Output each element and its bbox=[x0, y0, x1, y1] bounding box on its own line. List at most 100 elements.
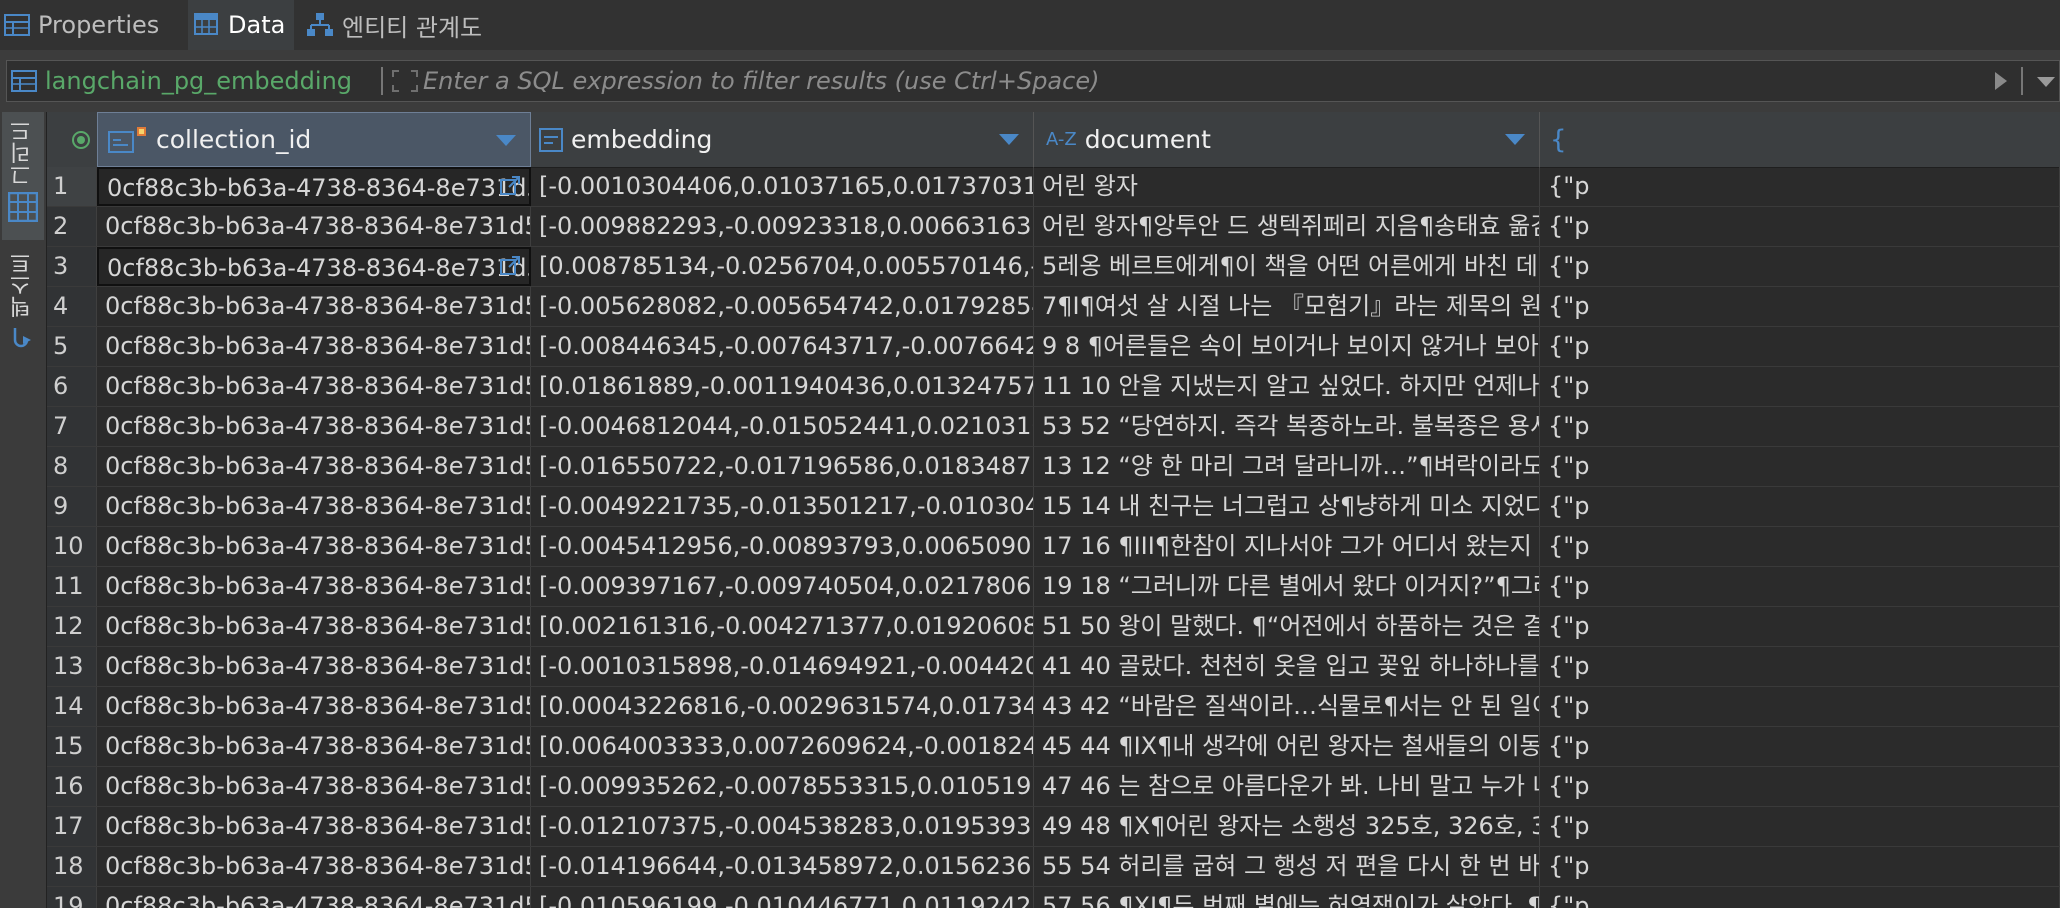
table-row[interactable]: 10cf88c3b-b63a-4738-8364-8e731d5dd2c0[-0… bbox=[47, 167, 2060, 207]
row-number[interactable]: 10 bbox=[47, 527, 97, 566]
open-reference-icon[interactable] bbox=[499, 175, 521, 203]
cell-document[interactable]: 어린 왕자 bbox=[1034, 167, 1540, 206]
cell-collection_id[interactable]: 0cf88c3b-b63a-4738-8364-8e731d5dd2c0 bbox=[97, 847, 531, 886]
cell-document[interactable]: 51 50 왕이 말했다. ¶“어전에서 하품하는 것은 결례이니라. 하품 bbox=[1034, 607, 1540, 646]
cell-collection_id[interactable]: 0cf88c3b-b63a-4738-8364-8e731d5dd2c0 bbox=[97, 487, 531, 526]
cell-cmetadata[interactable]: {"p bbox=[1540, 847, 2060, 886]
table-row[interactable]: 110cf88c3b-b63a-4738-8364-8e731d5dd2c0[-… bbox=[47, 567, 2060, 607]
cell-cmetadata[interactable]: {"p bbox=[1540, 407, 2060, 446]
cell-cmetadata[interactable]: {"p bbox=[1540, 447, 2060, 486]
table-row[interactable]: 80cf88c3b-b63a-4738-8364-8e731d5dd2c0[-0… bbox=[47, 447, 2060, 487]
row-number[interactable]: 15 bbox=[47, 727, 97, 766]
row-number[interactable]: 16 bbox=[47, 767, 97, 806]
cell-cmetadata[interactable]: {"p bbox=[1540, 607, 2060, 646]
cell-collection_id[interactable]: 0cf88c3b-b63a-4738-8364-8e731d5dd2c0 bbox=[97, 207, 531, 246]
cell-embedding[interactable]: [-0.012107375,-0.004538283,0.019539371,-… bbox=[531, 807, 1034, 846]
row-number-header[interactable] bbox=[47, 112, 97, 167]
row-number[interactable]: 6 bbox=[47, 367, 97, 406]
select-all-icon[interactable] bbox=[71, 130, 91, 150]
cell-cmetadata[interactable]: {"p bbox=[1540, 647, 2060, 686]
cell-embedding[interactable]: [-0.016550722,-0.017196586,0.018348763,0… bbox=[531, 447, 1034, 486]
cell-embedding[interactable]: [-0.009935262,-0.0078553315,0.010519376,… bbox=[531, 767, 1034, 806]
cell-embedding[interactable]: [0.0064003333,0.0072609624,-0.0018243153… bbox=[531, 727, 1034, 766]
cell-document[interactable]: 17 16 ¶III¶한참이 지나서야 그가 어디서 왔는지 알게 되었다. 어 bbox=[1034, 527, 1540, 566]
cell-document[interactable]: 어린 왕자¶앙투안 드 생텍쥐페리 지음¶송태효 옮김¶나는 어린왕 bbox=[1034, 207, 1540, 246]
cell-document[interactable]: 11 10 안을 지냈는지 알고 싶었다. 하지만 언제나 돌아온 답은 ‘0 bbox=[1034, 367, 1540, 406]
cell-embedding[interactable]: [-0.009882293,-0.00923318,0.0066316375,-… bbox=[531, 207, 1034, 246]
table-row[interactable]: 160cf88c3b-b63a-4738-8364-8e731d5dd2c0[-… bbox=[47, 767, 2060, 807]
tab-properties[interactable]: Properties bbox=[4, 0, 184, 50]
table-row[interactable]: 60cf88c3b-b63a-4738-8364-8e731d5dd2c0[0.… bbox=[47, 367, 2060, 407]
row-number[interactable]: 12 bbox=[47, 607, 97, 646]
cell-embedding[interactable]: [-0.0010304406,0.01037165,0.017370319,0.… bbox=[531, 167, 1034, 206]
cell-cmetadata[interactable]: {"p bbox=[1540, 247, 2060, 286]
row-number[interactable]: 7 bbox=[47, 407, 97, 446]
cell-cmetadata[interactable]: {"p bbox=[1540, 287, 2060, 326]
cell-document[interactable]: 49 48 ¶X¶어린 왕자는 소행성 325호, 326호, 327호, 32… bbox=[1034, 807, 1540, 846]
cell-document[interactable]: 15 14 내 친구는 너그럽고 상¶냥하게 미소 지었다.¶“봐… 이건 bbox=[1034, 487, 1540, 526]
cell-embedding[interactable]: [-0.0049221735,-0.013501217,-0.010304055… bbox=[531, 487, 1034, 526]
row-number[interactable]: 9 bbox=[47, 487, 97, 526]
table-row[interactable]: 190cf88c3b-b63a-4738-8364-8e731d5dd2c0[-… bbox=[47, 887, 2060, 908]
cell-collection_id[interactable]: 0cf88c3b-b63a-4738-8364-8e731d5dd2c0 bbox=[97, 247, 531, 286]
row-number[interactable]: 5 bbox=[47, 327, 97, 366]
row-number[interactable]: 11 bbox=[47, 567, 97, 606]
text-view-tab[interactable]: 텍스트 bbox=[2, 252, 44, 382]
table-row[interactable]: 30cf88c3b-b63a-4738-8364-8e731d5dd2c0[0.… bbox=[47, 247, 2060, 287]
row-number[interactable]: 3 bbox=[47, 247, 97, 286]
table-row[interactable]: 180cf88c3b-b63a-4738-8364-8e731d5dd2c0[-… bbox=[47, 847, 2060, 887]
column-header-collection_id[interactable]: collection_id bbox=[97, 112, 531, 167]
cell-collection_id[interactable]: 0cf88c3b-b63a-4738-8364-8e731d5dd2c0 bbox=[97, 607, 531, 646]
row-number[interactable]: 2 bbox=[47, 207, 97, 246]
cell-document[interactable]: 13 12 “양 한 마리 그려 달라니까…”¶벼락이라도 맞은 듯 나는 소 bbox=[1034, 447, 1540, 486]
cell-embedding[interactable]: [-0.0010315898,-0.014694921,-0.004420174… bbox=[531, 647, 1034, 686]
cell-embedding[interactable]: [-0.008446345,-0.007643717,-0.0076642297… bbox=[531, 327, 1034, 366]
cell-embedding[interactable]: [0.01861889,-0.0011940436,0.013247576,0.… bbox=[531, 367, 1034, 406]
tab-data[interactable]: Data bbox=[188, 0, 294, 50]
cell-collection_id[interactable]: 0cf88c3b-b63a-4738-8364-8e731d5dd2c0 bbox=[97, 767, 531, 806]
cell-cmetadata[interactable]: {"p bbox=[1540, 207, 2060, 246]
tab-er-diagram[interactable]: 엔티티 관계도 bbox=[306, 0, 506, 50]
table-row[interactable]: 100cf88c3b-b63a-4738-8364-8e731d5dd2c0[-… bbox=[47, 527, 2060, 567]
cell-document[interactable]: 53 52 “당연하지. 즉각 복종하노라. 불복종은 용서치 않노라.”¶ bbox=[1034, 407, 1540, 446]
cell-collection_id[interactable]: 0cf88c3b-b63a-4738-8364-8e731d5dd2c0 bbox=[97, 727, 531, 766]
cell-embedding[interactable]: [-0.009397167,-0.009740504,0.021780655,-… bbox=[531, 567, 1034, 606]
cell-collection_id[interactable]: 0cf88c3b-b63a-4738-8364-8e731d5dd2c0 bbox=[97, 287, 531, 326]
table-row[interactable]: 40cf88c3b-b63a-4738-8364-8e731d5dd2c0[-0… bbox=[47, 287, 2060, 327]
table-row[interactable]: 140cf88c3b-b63a-4738-8364-8e731d5dd2c0[0… bbox=[47, 687, 2060, 727]
cell-cmetadata[interactable]: {"p bbox=[1540, 767, 2060, 806]
cell-cmetadata[interactable]: {"p bbox=[1540, 367, 2060, 406]
row-number[interactable]: 19 bbox=[47, 887, 97, 908]
table-row[interactable]: 70cf88c3b-b63a-4738-8364-8e731d5dd2c0[-0… bbox=[47, 407, 2060, 447]
cell-collection_id[interactable]: 0cf88c3b-b63a-4738-8364-8e731d5dd2c0 bbox=[97, 407, 531, 446]
row-number[interactable]: 17 bbox=[47, 807, 97, 846]
cell-collection_id[interactable]: 0cf88c3b-b63a-4738-8364-8e731d5dd2c0 bbox=[97, 327, 531, 366]
cell-document[interactable]: 57 56 ¶XI¶두 번째 별에는 허영쟁이가 살았다. ¶어린 왕자를 보 bbox=[1034, 887, 1540, 908]
row-number[interactable]: 14 bbox=[47, 687, 97, 726]
cell-cmetadata[interactable]: {"p bbox=[1540, 527, 2060, 566]
cell-document[interactable]: 9 8 ¶어른들은 속이 보이거나 보이지 않거나 보아 뱀 그림 따위¶ bbox=[1034, 327, 1540, 366]
row-number[interactable]: 18 bbox=[47, 847, 97, 886]
column-header-embedding[interactable]: embedding bbox=[531, 112, 1034, 167]
cell-collection_id[interactable]: 0cf88c3b-b63a-4738-8364-8e731d5dd2c0 bbox=[97, 567, 531, 606]
filter-history-dropdown-icon[interactable] bbox=[2035, 70, 2057, 98]
row-number[interactable]: 13 bbox=[47, 647, 97, 686]
table-row[interactable]: 170cf88c3b-b63a-4738-8364-8e731d5dd2c0[-… bbox=[47, 807, 2060, 847]
row-number[interactable]: 4 bbox=[47, 287, 97, 326]
cell-collection_id[interactable]: 0cf88c3b-b63a-4738-8364-8e731d5dd2c0 bbox=[97, 807, 531, 846]
apply-filter-icon[interactable] bbox=[1991, 70, 2011, 98]
cell-document[interactable]: 45 44 ¶IX¶내 생각에 어린 왕자는 철새들의 이동을 따라 떠나온 bbox=[1034, 727, 1540, 766]
table-row[interactable]: 150cf88c3b-b63a-4738-8364-8e731d5dd2c0[0… bbox=[47, 727, 2060, 767]
cell-cmetadata[interactable]: {"p bbox=[1540, 487, 2060, 526]
open-reference-icon[interactable] bbox=[499, 255, 521, 283]
cell-document[interactable]: 55 54 허리를 굽혀 그 행성 저 편을 다시 한 번 바라보고 어린 왕 bbox=[1034, 847, 1540, 886]
cell-embedding[interactable]: [-0.0046812044,-0.015052441,0.021031016,… bbox=[531, 407, 1034, 446]
cell-cmetadata[interactable]: {"p bbox=[1540, 887, 2060, 908]
cell-collection_id[interactable]: 0cf88c3b-b63a-4738-8364-8e731d5dd2c0 bbox=[97, 887, 531, 908]
cell-cmetadata[interactable]: {"p bbox=[1540, 167, 2060, 206]
cell-embedding[interactable]: [-0.0045412956,-0.00893793,0.0065090726,… bbox=[531, 527, 1034, 566]
cell-collection_id[interactable]: 0cf88c3b-b63a-4738-8364-8e731d5dd2c0 bbox=[97, 447, 531, 486]
cell-embedding[interactable]: [-0.010596199,-0.010446771,0.0119242165,… bbox=[531, 887, 1034, 908]
cell-document[interactable]: 5레옹 베르트에게¶이 책을 어떤 어른에게 바친 데 대해 아이¶들에 bbox=[1034, 247, 1540, 286]
cell-collection_id[interactable]: 0cf88c3b-b63a-4738-8364-8e731d5dd2c0 bbox=[97, 167, 531, 206]
